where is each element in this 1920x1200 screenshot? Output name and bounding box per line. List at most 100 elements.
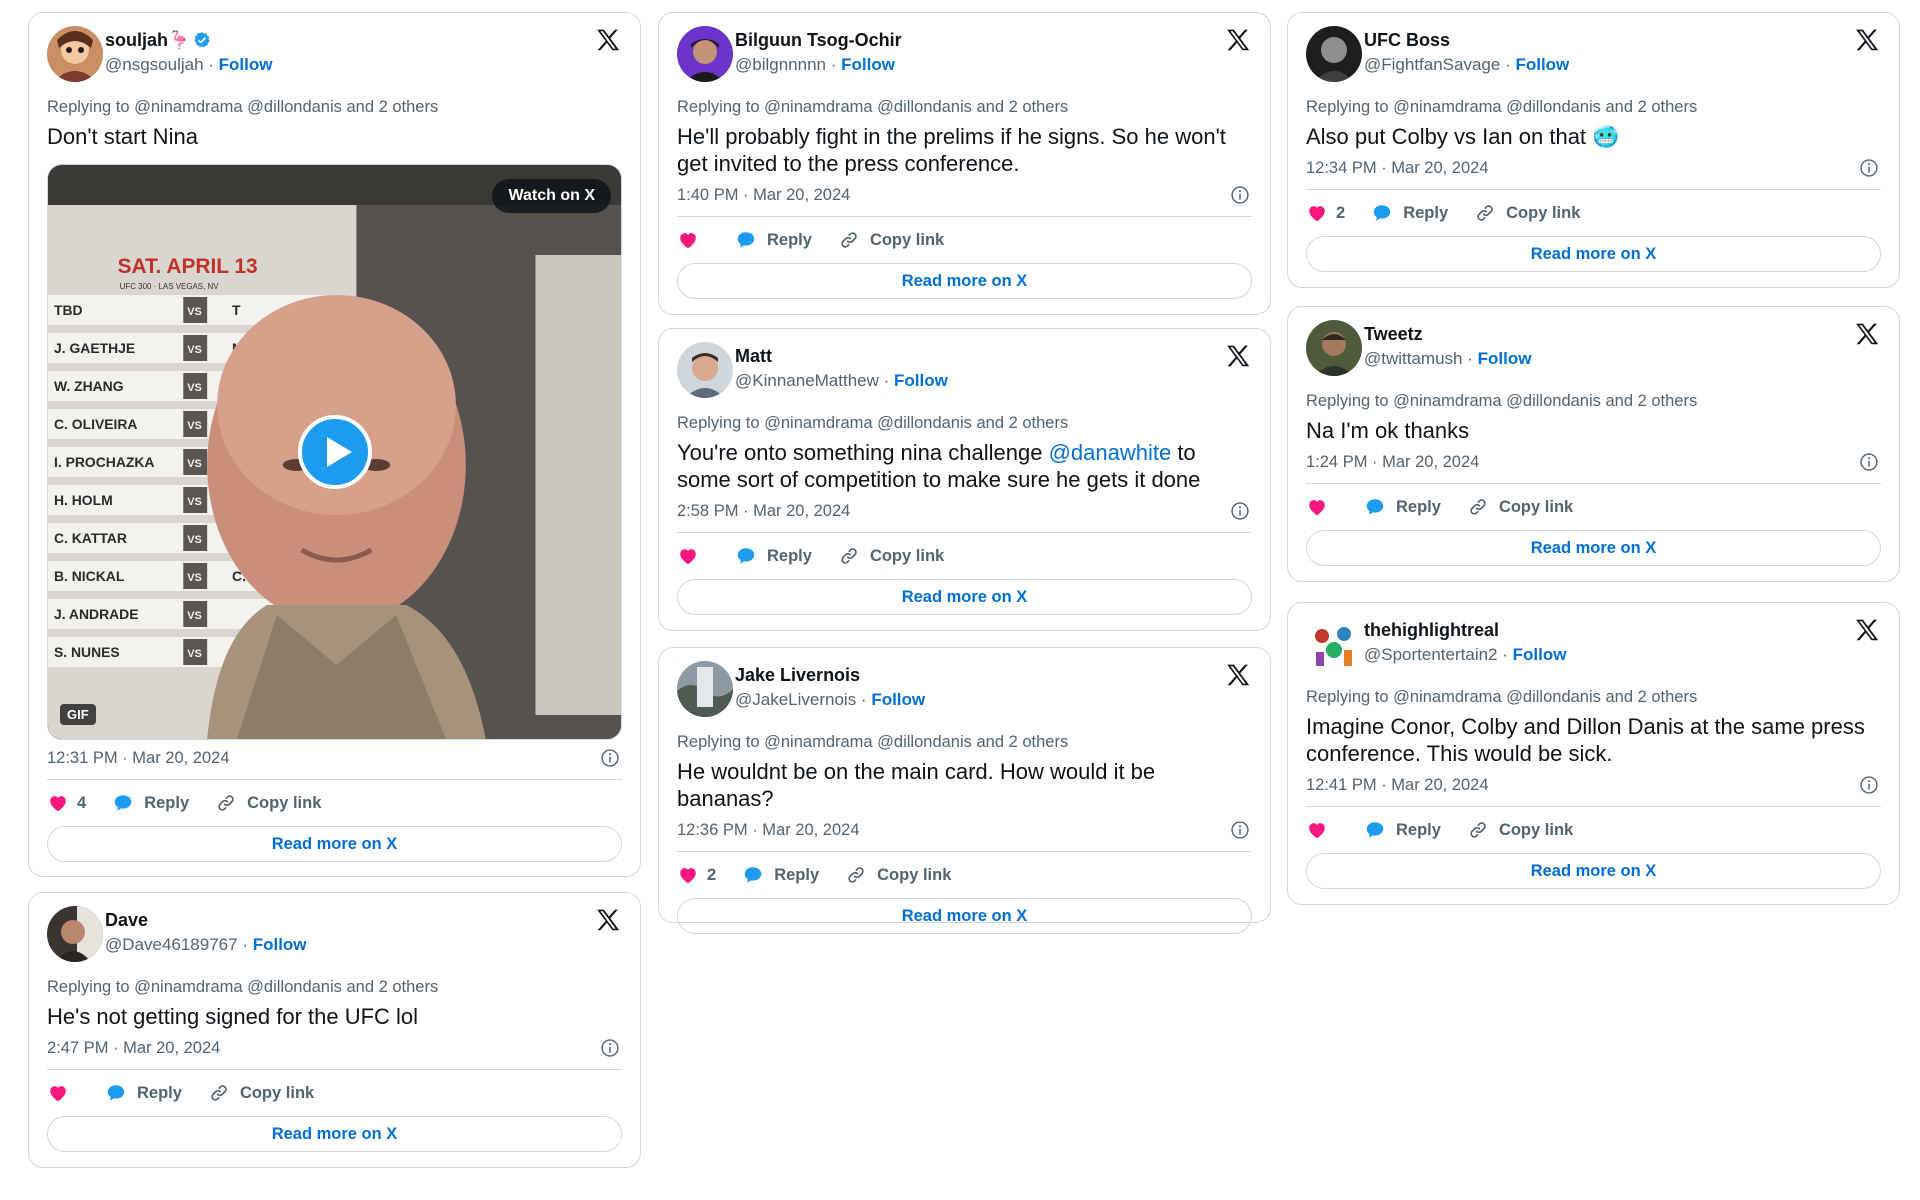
like-button[interactable] — [677, 545, 709, 567]
display-name[interactable]: Tweetz — [1364, 324, 1423, 344]
read-more-button[interactable]: Read more on X — [47, 1116, 622, 1152]
display-name-row[interactable]: Tweetz — [1364, 324, 1423, 345]
handle[interactable]: @Sportentertain2 — [1364, 645, 1498, 664]
replying-to[interactable]: Replying to @ninamdrama @dillondanis and… — [677, 98, 1252, 117]
read-more-button[interactable]: Read more on X — [1306, 236, 1881, 272]
tweet-timestamp[interactable]: 12:41 PM · Mar 20, 2024 — [1306, 776, 1489, 794]
handle[interactable]: @twittamush — [1364, 349, 1463, 368]
follow-button[interactable]: Follow — [871, 690, 925, 709]
reply-button[interactable]: Reply — [742, 864, 819, 886]
x-logo-icon[interactable] — [1854, 322, 1880, 348]
display-name[interactable]: thehighlightreal — [1364, 620, 1499, 640]
avatar[interactable] — [1306, 616, 1362, 672]
read-more-button[interactable]: Read more on X — [677, 898, 1252, 934]
copy-link-button[interactable]: Copy link — [845, 864, 951, 886]
reply-button[interactable]: Reply — [1364, 819, 1441, 841]
like-button[interactable]: 4 — [47, 792, 86, 814]
replying-to[interactable]: Replying to @ninamdrama @dillondanis and… — [1306, 392, 1881, 411]
read-more-button[interactable]: Read more on X — [1306, 853, 1881, 889]
reply-button[interactable]: Reply — [1364, 496, 1441, 518]
x-logo-icon[interactable] — [595, 28, 621, 54]
info-icon[interactable] — [1230, 820, 1250, 840]
tweet-timestamp[interactable]: 2:47 PM · Mar 20, 2024 — [47, 1039, 220, 1057]
avatar[interactable] — [677, 26, 733, 82]
info-icon[interactable] — [1230, 501, 1250, 521]
follow-button[interactable]: Follow — [1513, 645, 1567, 664]
info-icon[interactable] — [1859, 452, 1879, 472]
reply-button[interactable]: Reply — [105, 1082, 182, 1104]
display-name-row[interactable]: UFC Boss — [1364, 30, 1450, 51]
like-button[interactable]: 2 — [1306, 202, 1345, 224]
tweet-timestamp[interactable]: 2:58 PM · Mar 20, 2024 — [677, 502, 850, 520]
avatar[interactable] — [1306, 26, 1362, 82]
copy-link-button[interactable]: Copy link — [838, 229, 944, 251]
x-logo-icon[interactable] — [1854, 618, 1880, 644]
follow-button[interactable]: Follow — [894, 371, 948, 390]
like-button[interactable] — [1306, 496, 1338, 518]
read-more-button[interactable]: Read more on X — [1306, 530, 1881, 566]
avatar[interactable] — [47, 26, 103, 82]
copy-link-button[interactable]: Copy link — [215, 792, 321, 814]
display-name-row[interactable]: Bilguun Tsog-Ochir — [735, 30, 902, 51]
display-name[interactable]: Dave — [105, 910, 148, 930]
replying-to[interactable]: Replying to @ninamdrama @dillondanis and… — [1306, 98, 1881, 117]
display-name-row[interactable]: Matt — [735, 346, 772, 367]
replying-to[interactable]: Replying to @ninamdrama @dillondanis and… — [47, 978, 622, 997]
tweet-timestamp[interactable]: 1:40 PM · Mar 20, 2024 — [677, 186, 850, 204]
copy-link-button[interactable]: Copy link — [1474, 202, 1580, 224]
handle[interactable]: @JakeLivernois — [735, 690, 856, 709]
tweet-timestamp[interactable]: 12:31 PM · Mar 20, 2024 — [47, 749, 230, 767]
copy-link-button[interactable]: Copy link — [1467, 819, 1573, 841]
like-button[interactable] — [47, 1082, 79, 1104]
display-name-row[interactable]: Dave — [105, 910, 148, 931]
display-name[interactable]: Bilguun Tsog-Ochir — [735, 30, 902, 50]
follow-button[interactable]: Follow — [253, 935, 307, 954]
tweet-timestamp[interactable]: 12:34 PM · Mar 20, 2024 — [1306, 159, 1489, 177]
tweet-media-video[interactable]: SAT. APRIL 13 UFC 300 · LAS VEGAS, NV TB… — [47, 164, 622, 740]
handle[interactable]: @Dave46189767 — [105, 935, 238, 954]
replying-to[interactable]: Replying to @ninamdrama @dillondanis and… — [47, 98, 622, 117]
display-name-row[interactable]: souljah🦩 — [105, 30, 211, 51]
copy-link-button[interactable]: Copy link — [838, 545, 944, 567]
tweet-timestamp[interactable]: 1:24 PM · Mar 20, 2024 — [1306, 453, 1479, 471]
avatar[interactable] — [677, 661, 733, 717]
replying-to[interactable]: Replying to @ninamdrama @dillondanis and… — [1306, 688, 1881, 707]
reply-button[interactable]: Reply — [735, 545, 812, 567]
display-name[interactable]: Matt — [735, 346, 772, 366]
handle[interactable]: @KinnaneMatthew — [735, 371, 879, 390]
info-icon[interactable] — [1859, 158, 1879, 178]
x-logo-icon[interactable] — [1225, 663, 1251, 689]
mention-link[interactable]: @danawhite — [1049, 440, 1172, 465]
x-logo-icon[interactable] — [1225, 344, 1251, 370]
avatar[interactable] — [677, 342, 733, 398]
x-logo-icon[interactable] — [1854, 28, 1880, 54]
reply-button[interactable]: Reply — [1371, 202, 1448, 224]
like-button[interactable] — [677, 229, 709, 251]
display-name[interactable]: Jake Livernois — [735, 665, 860, 685]
like-button[interactable] — [1306, 819, 1338, 841]
display-name-row[interactable]: thehighlightreal — [1364, 620, 1499, 641]
tweet-timestamp[interactable]: 12:36 PM · Mar 20, 2024 — [677, 821, 860, 839]
replying-to[interactable]: Replying to @ninamdrama @dillondanis and… — [677, 414, 1252, 433]
follow-button[interactable]: Follow — [841, 55, 895, 74]
info-icon[interactable] — [1230, 185, 1250, 205]
display-name[interactable]: souljah — [105, 30, 168, 50]
display-name-row[interactable]: Jake Livernois — [735, 665, 860, 686]
handle[interactable]: @FightfanSavage — [1364, 55, 1500, 74]
read-more-button[interactable]: Read more on X — [677, 263, 1252, 299]
info-icon[interactable] — [600, 748, 620, 768]
play-icon[interactable] — [297, 414, 373, 490]
x-logo-icon[interactable] — [1225, 28, 1251, 54]
read-more-button[interactable]: Read more on X — [677, 579, 1252, 615]
handle[interactable]: @bilgnnnnn — [735, 55, 826, 74]
copy-link-button[interactable]: Copy link — [208, 1082, 314, 1104]
follow-button[interactable]: Follow — [1478, 349, 1532, 368]
reply-button[interactable]: Reply — [112, 792, 189, 814]
follow-button[interactable]: Follow — [1515, 55, 1569, 74]
read-more-button[interactable]: Read more on X — [47, 826, 622, 862]
watch-on-x-button[interactable]: Watch on X — [492, 179, 611, 213]
avatar[interactable] — [1306, 320, 1362, 376]
info-icon[interactable] — [600, 1038, 620, 1058]
handle[interactable]: @nsgsouljah — [105, 55, 204, 74]
follow-button[interactable]: Follow — [219, 55, 273, 74]
